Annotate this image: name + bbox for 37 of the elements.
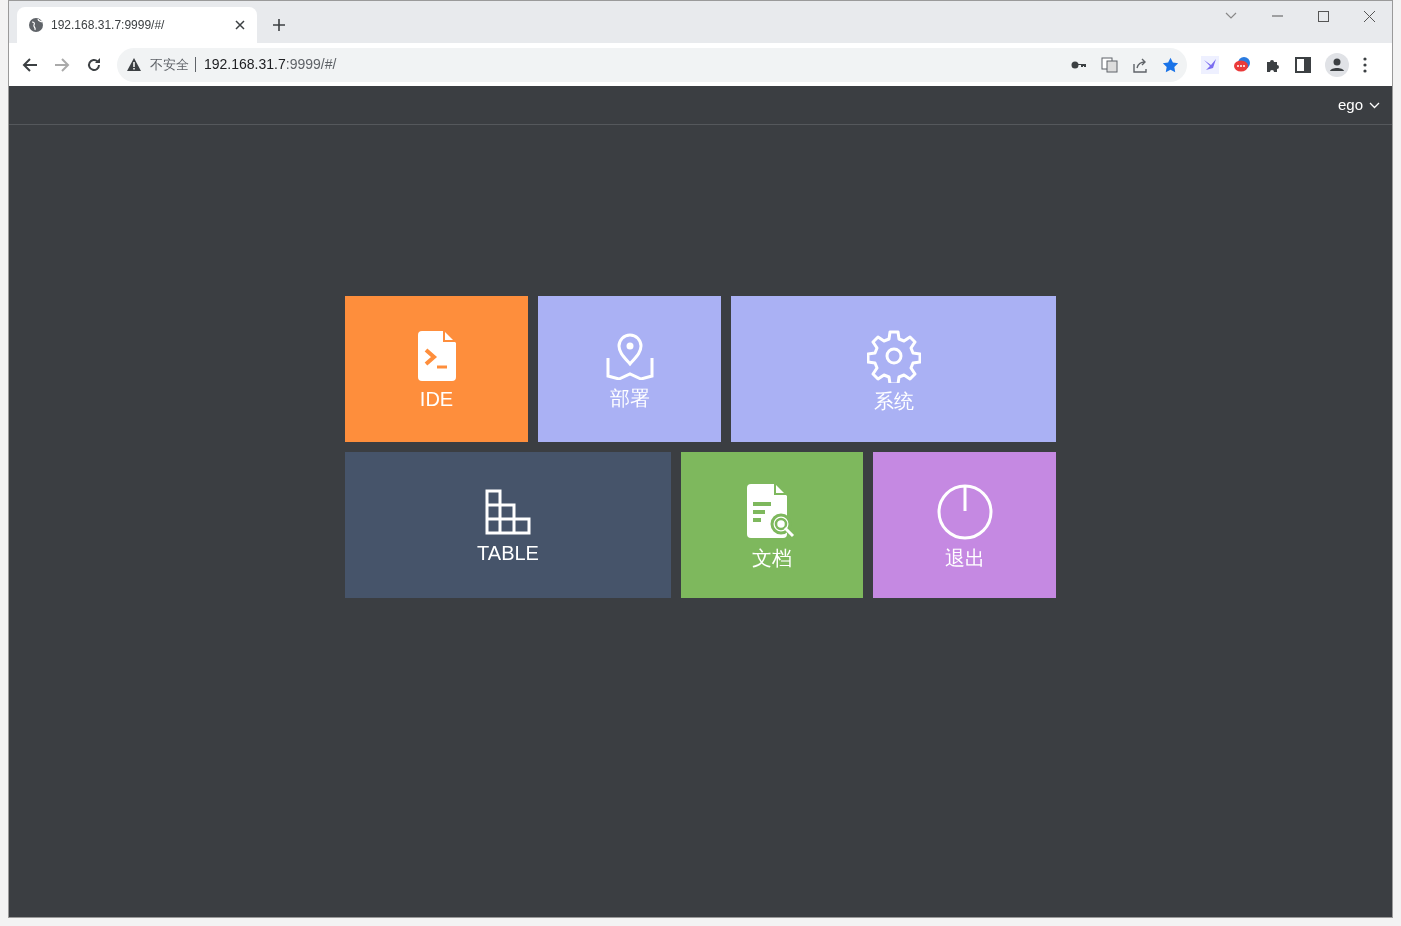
map-pin-icon <box>605 332 654 380</box>
menu-tile[interactable]: 部署 <box>538 296 721 442</box>
user-menu[interactable]: ego <box>1337 93 1380 117</box>
reload-icon[interactable] <box>86 56 102 73</box>
table-grid-icon <box>485 489 531 535</box>
chevron-down-icon[interactable] <box>1225 12 1237 20</box>
url-text: 192.168.31.7:9999/#/ <box>204 55 337 74</box>
bookmark-star-icon[interactable] <box>1162 56 1179 73</box>
browser-tab[interactable]: 192.168.31.7:9999/#/ <box>17 7 257 43</box>
share-icon[interactable] <box>1132 56 1148 73</box>
file-terminal-icon <box>417 331 456 381</box>
translate-icon[interactable] <box>1101 56 1118 73</box>
side-panel-icon[interactable] <box>1295 56 1311 73</box>
tab-title: 192.168.31.7:9999/#/ <box>51 17 165 34</box>
menu-tile[interactable]: IDE <box>345 296 528 442</box>
chat-bubble-icon[interactable] <box>1233 55 1251 74</box>
profile-avatar-icon[interactable] <box>1325 52 1349 77</box>
power-icon <box>936 484 993 540</box>
security-label: 不安全 <box>150 57 196 72</box>
close-tab-icon[interactable] <box>235 20 245 30</box>
address-bar[interactable]: 不安全 192.168.31.7:9999/#/ <box>117 47 1187 82</box>
gear-icon <box>866 329 921 383</box>
extension-bird-icon[interactable] <box>1201 55 1219 74</box>
document-search-icon <box>747 484 797 540</box>
maximize-icon[interactable] <box>1317 10 1329 22</box>
menu-tile[interactable]: 系统 <box>731 296 1056 442</box>
menu-tile[interactable]: TABLE <box>345 452 671 598</box>
menu-tile[interactable]: 文档 <box>681 452 863 598</box>
new-tab-plus-icon[interactable] <box>272 18 286 32</box>
globe-icon <box>29 18 43 32</box>
chevron-down-icon <box>1369 101 1380 109</box>
back-arrow-icon[interactable] <box>22 56 38 73</box>
more-menu-icon[interactable] <box>1363 56 1367 73</box>
menu-tile[interactable]: 退出 <box>873 452 1056 598</box>
close-icon[interactable] <box>1363 10 1375 22</box>
key-icon[interactable] <box>1071 59 1087 70</box>
warning-icon <box>127 58 141 71</box>
